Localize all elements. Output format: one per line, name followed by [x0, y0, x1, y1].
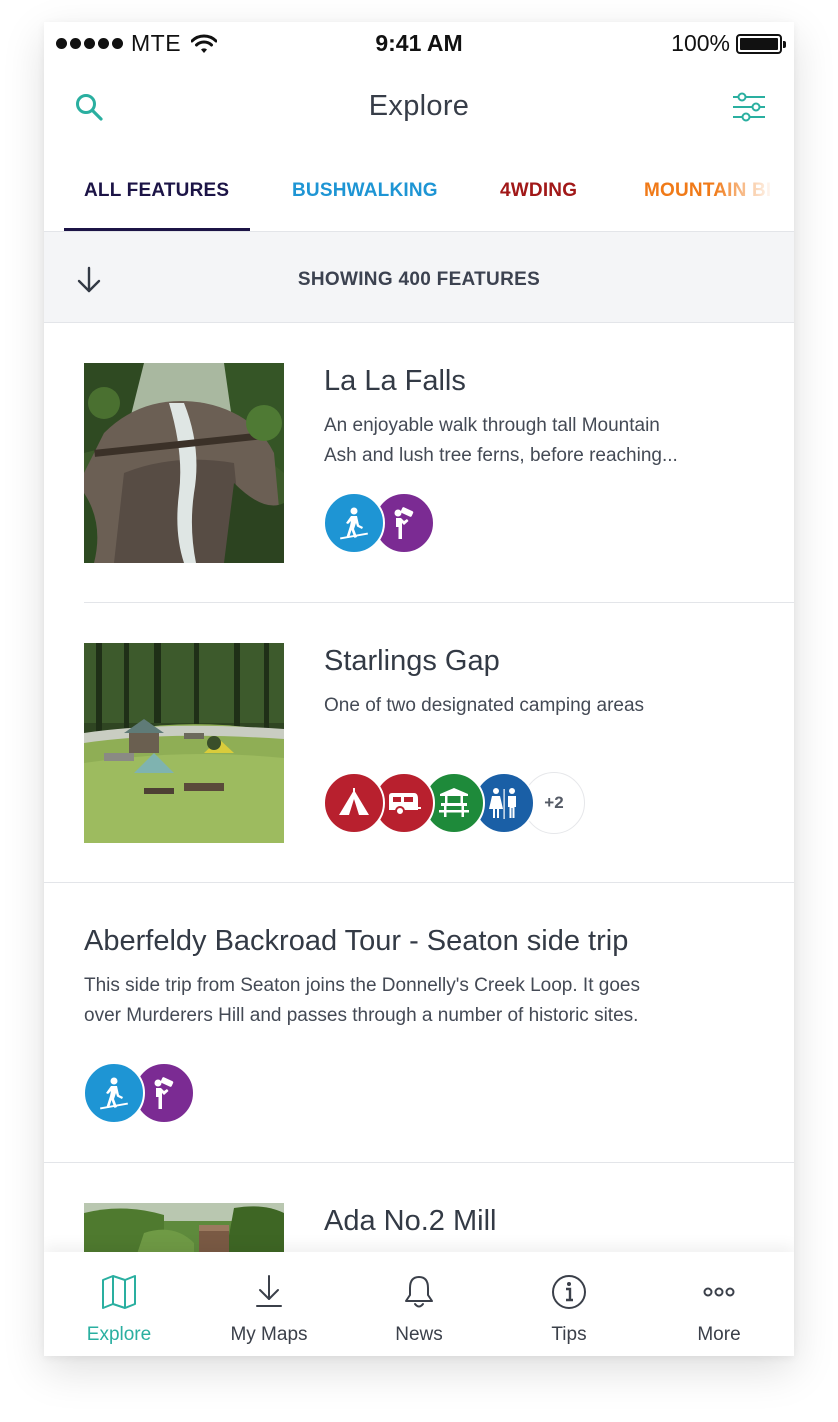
download-icon	[256, 1275, 282, 1307]
camping-icon	[323, 772, 385, 834]
tab-label: Explore	[86, 1324, 152, 1345]
activity-badges	[83, 1062, 195, 1124]
tab-all-features[interactable]: ALL FEATURES	[84, 180, 229, 202]
tab-bushwalking[interactable]: BUSHWALKING	[292, 180, 438, 202]
description-line: An enjoyable walk through tall Mountain	[324, 415, 660, 436]
feature-thumbnail	[84, 363, 284, 563]
description-line: This side trip from Seaton joins the Don…	[84, 975, 640, 996]
activity-badges: +2	[323, 772, 585, 834]
list-item[interactable]: Starlings Gap One of two designated camp…	[44, 603, 794, 883]
feature-thumbnail	[84, 643, 284, 843]
activity-badges	[323, 492, 435, 554]
feature-description: An enjoyable walk through tall Mountain …	[324, 411, 764, 471]
tab-label: My Maps	[230, 1324, 308, 1345]
feature-description: One of two designated camping areas	[324, 691, 764, 721]
results-bar: SHOWING 400 FEATURES	[44, 232, 794, 323]
feature-title: La La Falls	[324, 365, 466, 397]
tabs-fade-overlay	[714, 162, 794, 230]
tab-more[interactable]: More	[644, 1252, 794, 1356]
bell-icon	[405, 1276, 433, 1308]
battery-percent: 100%	[671, 30, 730, 56]
battery-icon	[736, 33, 786, 54]
tab-label: More	[697, 1324, 741, 1345]
list-item[interactable]: Aberfeldy Backroad Tour - Seaton side tr…	[44, 883, 794, 1163]
description-line: Ash and lush tree ferns, before reaching…	[324, 445, 678, 466]
tab-label: Tips	[551, 1324, 587, 1345]
tab-tips[interactable]: Tips	[494, 1252, 644, 1356]
tab-4wding[interactable]: 4WDING	[500, 180, 577, 202]
results-count: SHOWING 400 FEATURES	[297, 269, 541, 290]
filter-sliders-icon[interactable]	[732, 90, 766, 124]
category-tabs: ALL FEATURES BUSHWALKING 4WDING MOUNTAIN…	[44, 162, 794, 232]
tab-my-maps[interactable]: My Maps	[194, 1252, 344, 1356]
tab-label: News	[395, 1324, 443, 1345]
feature-title: Starlings Gap	[324, 645, 500, 677]
status-right: 100%	[671, 30, 786, 57]
map-icon	[102, 1275, 136, 1309]
phone-screen: MTE 9:41 AM 100% Explore ALL FEATURES BU…	[44, 22, 794, 1356]
info-icon	[552, 1275, 586, 1309]
bottom-tab-bar: Explore My Maps News Tips More	[44, 1252, 794, 1356]
page-title: Explore	[368, 90, 470, 122]
feature-title: Aberfeldy Backroad Tour - Seaton side tr…	[84, 925, 629, 957]
bushwalking-icon	[83, 1062, 145, 1124]
description-line: One of two designated camping areas	[324, 695, 645, 716]
more-dots-icon	[703, 1287, 735, 1297]
bushwalking-icon	[323, 492, 385, 554]
tab-explore[interactable]: Explore	[44, 1252, 194, 1356]
feature-description: This side trip from Seaton joins the Don…	[84, 971, 774, 1031]
list-item[interactable]: La La Falls An enjoyable walk through ta…	[44, 323, 794, 603]
nav-bar: Explore	[44, 70, 794, 142]
description-line: over Murderers Hill and passes through a…	[84, 1005, 639, 1026]
feature-title: Ada No.2 Mill	[324, 1205, 497, 1237]
status-bar: MTE 9:41 AM 100%	[44, 22, 794, 64]
tab-news[interactable]: News	[344, 1252, 494, 1356]
